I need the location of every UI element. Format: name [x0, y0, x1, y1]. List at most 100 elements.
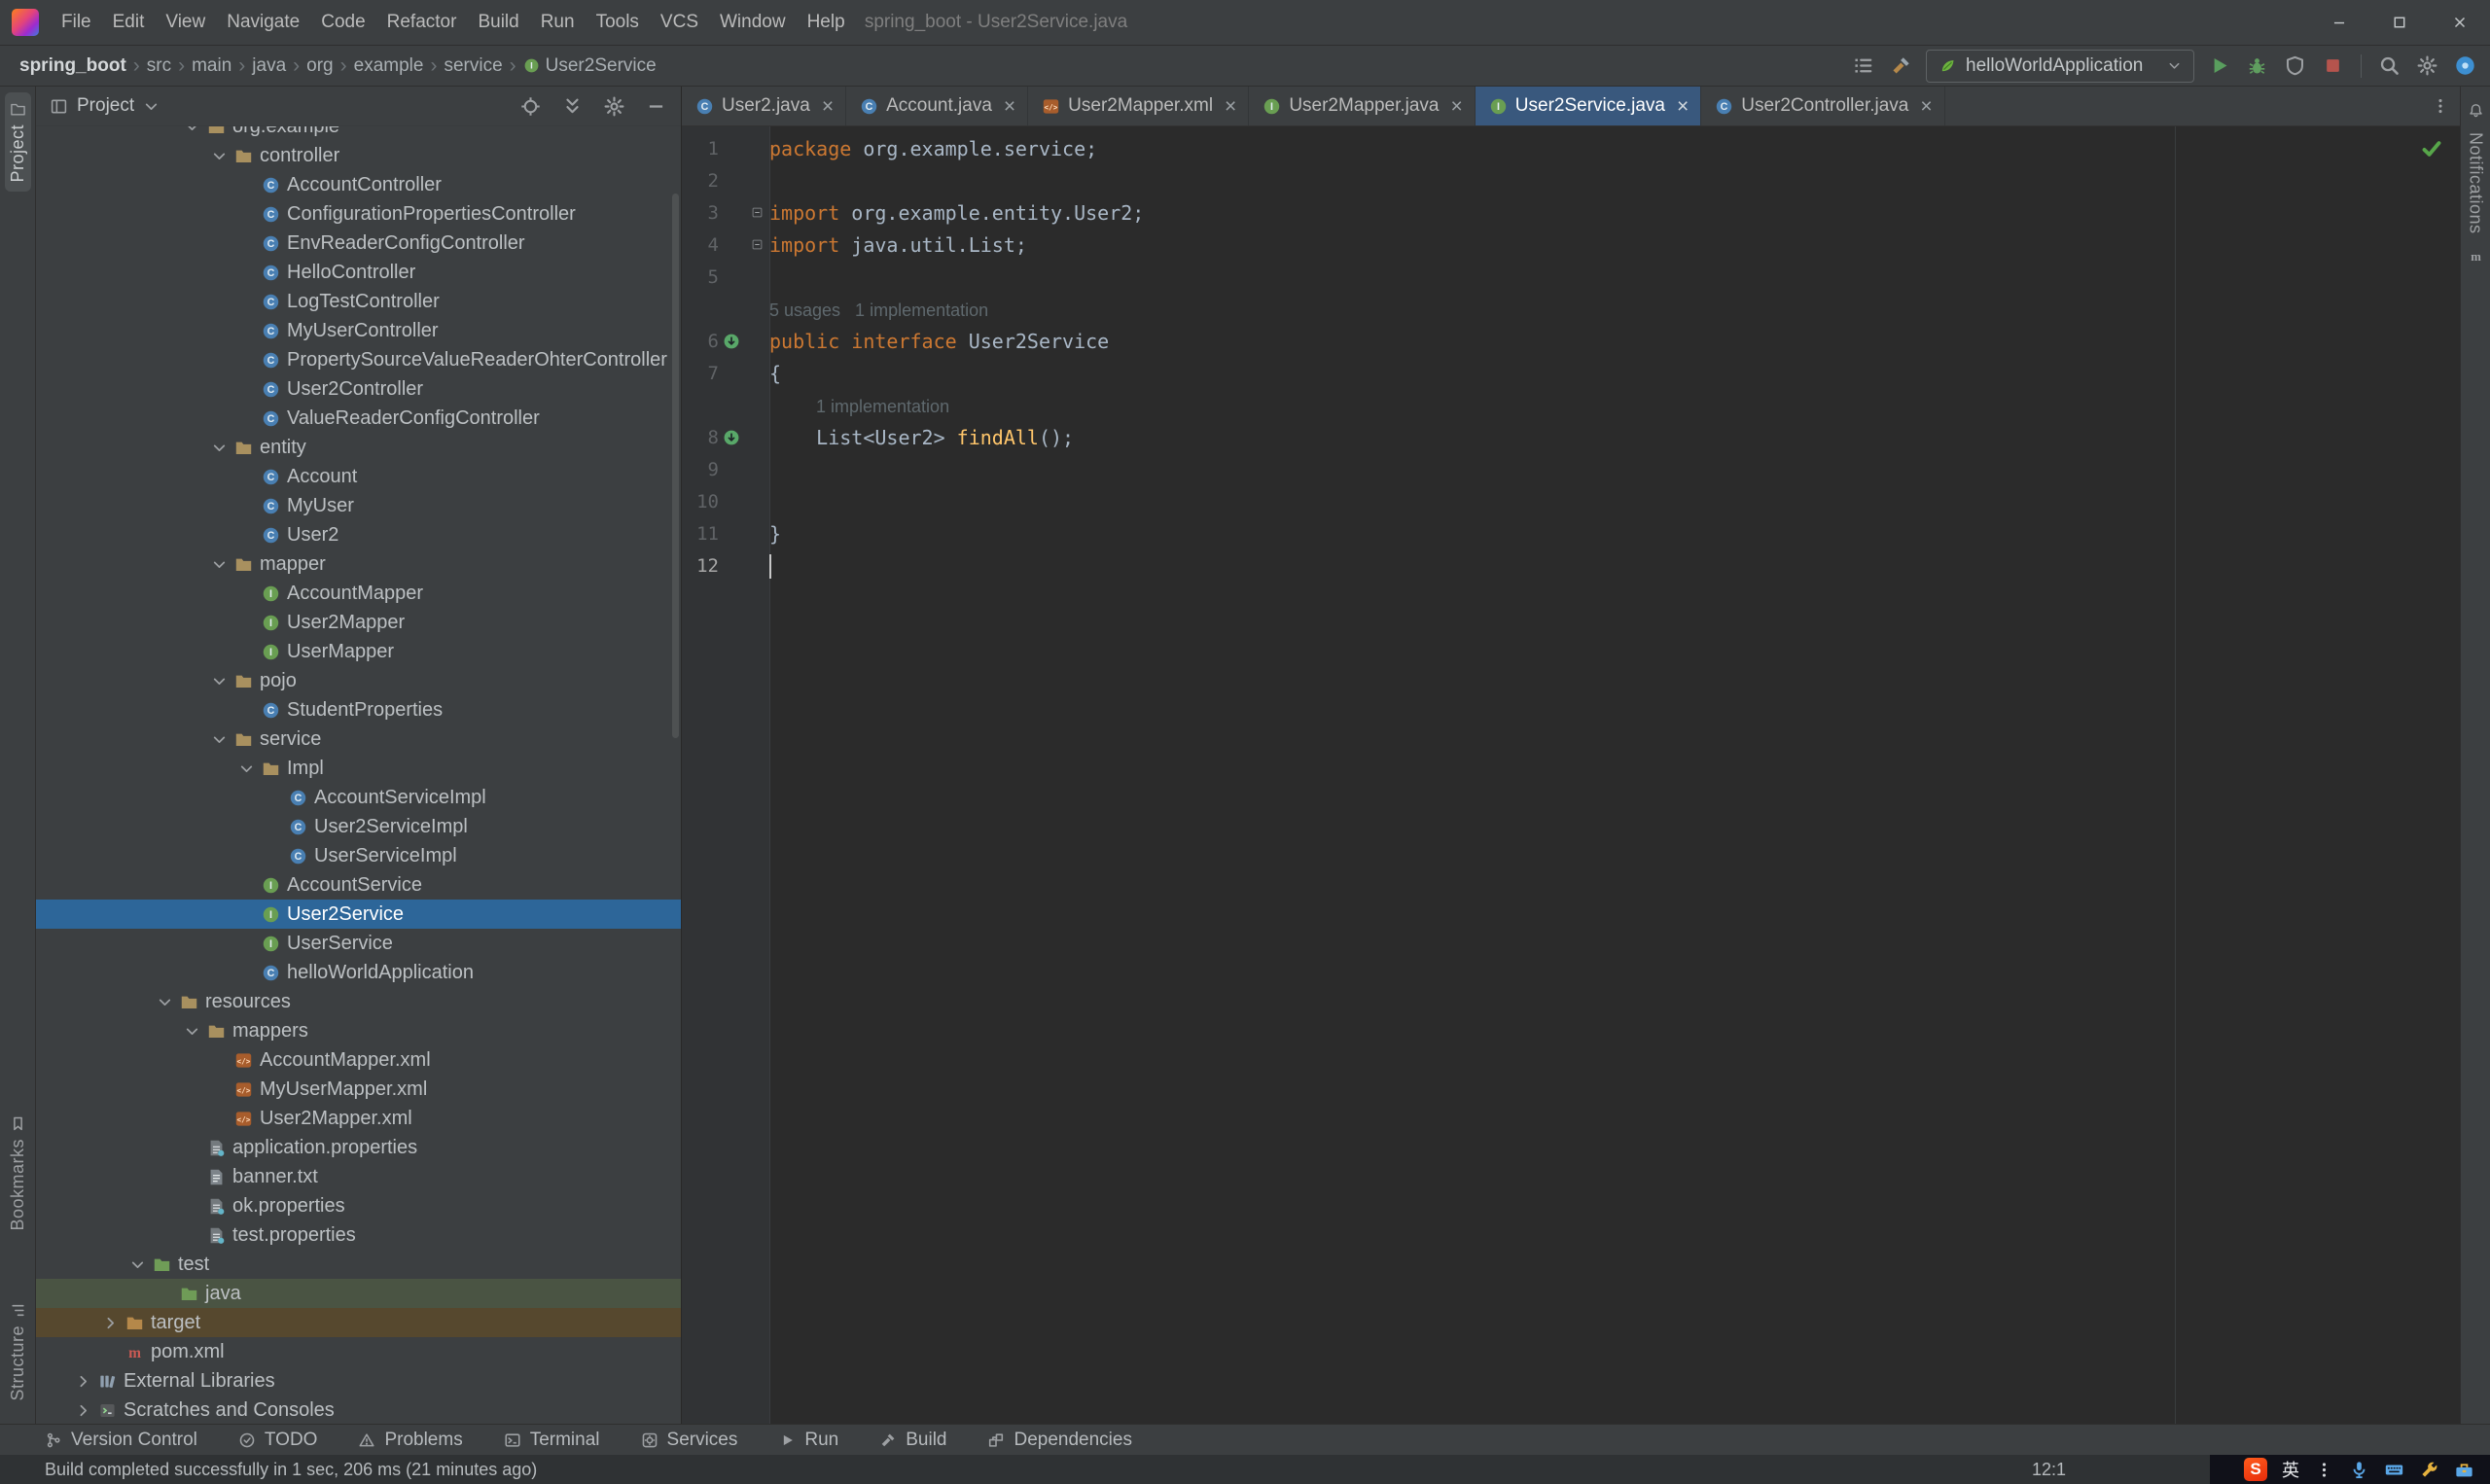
keyboard-icon[interactable]: [2384, 1460, 2404, 1480]
tool-window-button-run[interactable]: Run: [778, 1430, 838, 1451]
project-panel-title[interactable]: Project: [77, 95, 134, 117]
tree-item-controller[interactable]: controller: [36, 141, 681, 170]
bell-icon[interactable]: [2468, 102, 2484, 119]
breadcrumb-item-spring-boot[interactable]: spring_boot: [16, 55, 130, 77]
tree-item-myuser[interactable]: C MyUser: [36, 491, 681, 520]
collapse-all-icon[interactable]: [559, 93, 586, 120]
tree-item-accountcontroller[interactable]: C AccountController: [36, 170, 681, 199]
tree-item-helloworldapplication[interactable]: ChelloWorldApplication: [36, 958, 681, 987]
tree-item-entity[interactable]: entity: [36, 433, 681, 462]
tree-item-java[interactable]: java: [36, 1279, 681, 1308]
editor-body[interactable]: 1 package org.example.service; 2 3 import or…: [682, 126, 2460, 1424]
run-configuration-select[interactable]: helloWorldApplication: [1926, 49, 2194, 83]
settings-icon[interactable]: [2414, 53, 2440, 79]
tree-item-user2[interactable]: C User2: [36, 520, 681, 549]
tree-item-studentproperties[interactable]: C StudentProperties: [36, 695, 681, 724]
tree-item-scratches-and-consoles[interactable]: Scratches and Consoles: [36, 1396, 681, 1424]
tree-item-impl[interactable]: Impl: [36, 754, 681, 783]
stripe-label-notifications[interactable]: Notifications: [2466, 132, 2486, 234]
tree-scrollbar[interactable]: [672, 194, 679, 738]
menu-vcs[interactable]: VCS: [650, 0, 709, 45]
tool-window-button-build[interactable]: Build: [879, 1430, 946, 1451]
breadcrumb-item-user2service[interactable]: I User2Service: [519, 55, 660, 77]
tree-item-accountserviceimpl[interactable]: C AccountServiceImpl: [36, 783, 681, 812]
locate-icon[interactable]: [517, 93, 544, 120]
breadcrumb-item-example[interactable]: example: [350, 55, 428, 77]
chevron-down-icon[interactable]: [238, 760, 255, 777]
breadcrumb-item-main[interactable]: main: [188, 55, 235, 77]
chevron-right-icon[interactable]: [75, 1402, 91, 1419]
tree-item-mapper[interactable]: mapper: [36, 549, 681, 579]
coverage-icon[interactable]: [2282, 53, 2308, 79]
chevron-down-icon[interactable]: [143, 98, 160, 115]
close-tab-icon[interactable]: ×: [1225, 96, 1236, 117]
menu-build[interactable]: Build: [467, 0, 529, 45]
tree-item-accountservice[interactable]: I AccountService: [36, 870, 681, 900]
menu-window[interactable]: Window: [709, 0, 797, 45]
sogou-input-icon[interactable]: S: [2244, 1458, 2267, 1481]
tool-window-button-structure[interactable]: Structure: [5, 1293, 31, 1410]
tree-item-usermapper[interactable]: I UserMapper: [36, 637, 681, 666]
tree-item-user2serviceimpl[interactable]: C User2ServiceImpl: [36, 812, 681, 841]
menu-run[interactable]: Run: [530, 0, 586, 45]
tree-item-account[interactable]: C Account: [36, 462, 681, 491]
file-structure-icon[interactable]: [1850, 53, 1876, 79]
tree-item-accountmapper-xml[interactable]: </> AccountMapper.xml: [36, 1045, 681, 1075]
tree-item-mappers[interactable]: mappers: [36, 1016, 681, 1045]
tree-item-myusercontroller[interactable]: C MyUserController: [36, 316, 681, 345]
tree-item-resources[interactable]: resources: [36, 987, 681, 1016]
close-button[interactable]: [2430, 0, 2490, 45]
tree-item-propertysourcevaluereaderohtercontroller[interactable]: C PropertySourceValueReaderOhterControlle…: [36, 345, 681, 374]
chevron-right-icon[interactable]: [75, 1373, 91, 1390]
close-tab-icon[interactable]: ×: [1920, 96, 1932, 117]
close-tab-icon[interactable]: ×: [822, 96, 834, 117]
implemented-marker-icon[interactable]: [719, 429, 744, 446]
close-tab-icon[interactable]: ×: [1677, 96, 1689, 117]
tree-item-org-example[interactable]: org.example: [36, 126, 681, 141]
maven-tool-icon[interactable]: m: [2468, 248, 2484, 265]
mic-icon[interactable]: [2349, 1460, 2369, 1480]
build-colored-icon[interactable]: [1888, 53, 1914, 79]
tree-item-envreaderconfigcontroller[interactable]: C EnvReaderConfigController: [36, 229, 681, 258]
menu-edit[interactable]: Edit: [102, 0, 156, 45]
tool-window-button-problems[interactable]: Problems: [358, 1430, 463, 1451]
tool-window-button-terminal[interactable]: Terminal: [504, 1430, 600, 1451]
tree-item-logtestcontroller[interactable]: C LogTestController: [36, 287, 681, 316]
breadcrumb-item-src[interactable]: src: [143, 55, 175, 77]
implemented-marker-icon[interactable]: [719, 333, 744, 350]
menu-refactor[interactable]: Refactor: [376, 0, 468, 45]
chevron-down-icon[interactable]: [211, 440, 228, 456]
wrench-icon[interactable]: [2419, 1460, 2439, 1480]
fold-marker-icon[interactable]: [744, 238, 769, 251]
tool-window-button-bookmarks[interactable]: Bookmarks: [5, 1107, 31, 1240]
tree-item-myusermapper-xml[interactable]: </> MyUserMapper.xml: [36, 1075, 681, 1104]
chevron-down-icon[interactable]: [157, 994, 173, 1010]
tree-item-hellocontroller[interactable]: C HelloController: [36, 258, 681, 287]
tree-item-accountmapper[interactable]: I AccountMapper: [36, 579, 681, 608]
tree-item-user2mapper-xml[interactable]: </> User2Mapper.xml: [36, 1104, 681, 1133]
close-tab-icon[interactable]: ×: [1451, 96, 1463, 117]
breadcrumb-item-service[interactable]: service: [440, 55, 506, 77]
tree-item-banner-txt[interactable]: banner.txt: [36, 1162, 681, 1191]
menu-file[interactable]: File: [51, 0, 102, 45]
tree-item-application-properties[interactable]: application.properties: [36, 1133, 681, 1162]
tree-item-pojo[interactable]: pojo: [36, 666, 681, 695]
tool-window-button-version-control[interactable]: Version Control: [45, 1430, 197, 1451]
inlay-hint[interactable]: 5 usages 1 implementation: [769, 300, 988, 320]
tree-item-user2service[interactable]: I User2Service: [36, 900, 681, 929]
hide-icon[interactable]: [643, 93, 669, 120]
chevron-down-icon[interactable]: [211, 673, 228, 689]
more-tabs-icon[interactable]: [2431, 96, 2450, 116]
maximize-button[interactable]: [2369, 0, 2430, 45]
tree-item-configurationpropertiescontroller[interactable]: C ConfigurationPropertiesController: [36, 199, 681, 229]
menu-view[interactable]: View: [155, 0, 216, 45]
tree-item-service[interactable]: service: [36, 724, 681, 754]
tree-item-valuereaderconfigcontroller[interactable]: C ValueReaderConfigController: [36, 404, 681, 433]
tree-item-user2mapper[interactable]: I User2Mapper: [36, 608, 681, 637]
chevron-down-icon[interactable]: [184, 1023, 200, 1040]
tool-window-button-todo[interactable]: TODO: [238, 1430, 317, 1451]
tab-user2mapper-xml[interactable]: </> User2Mapper.xml ×: [1028, 87, 1250, 125]
tree-item-user2controller[interactable]: C User2Controller: [36, 374, 681, 404]
tree-item-target[interactable]: target: [36, 1308, 681, 1337]
chevron-down-icon[interactable]: [129, 1256, 146, 1273]
